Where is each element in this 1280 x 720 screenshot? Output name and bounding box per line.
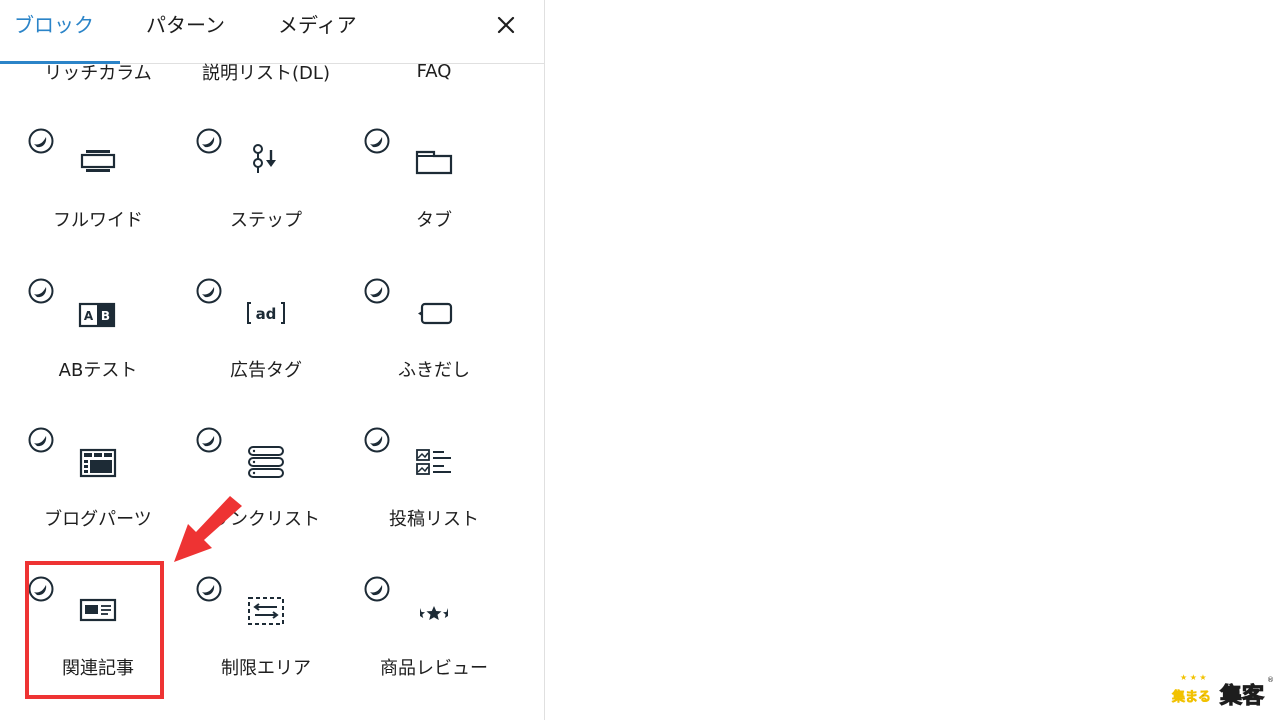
block-restricted-area[interactable]: 制限エリア: [182, 574, 350, 720]
block-inserter-panel: ブロック パターン メディア リッチカラム 説明リスト(DL) FAQ フルワイ…: [0, 0, 545, 720]
link-list-icon: [248, 446, 284, 478]
tab-blocks[interactable]: ブロック: [14, 12, 94, 38]
block-label: 広告タグ: [230, 360, 302, 381]
tab-patterns[interactable]: パターン: [146, 12, 225, 38]
block-label: ABテスト: [58, 360, 138, 381]
restricted-area-icon: [248, 597, 284, 625]
red-arrow-icon: [174, 496, 242, 562]
block-fullwide[interactable]: フルワイド: [14, 126, 182, 276]
close-icon: [497, 16, 515, 34]
block-label: 投稿リスト: [389, 509, 479, 530]
block-balloon[interactable]: ふきだし: [350, 276, 518, 426]
block-label: 制限エリア: [221, 658, 311, 679]
svg-text:集まる: 集まる: [1171, 689, 1211, 705]
block-ab-test[interactable]: AB ABテスト: [14, 276, 182, 426]
swell-badge-icon: [196, 576, 222, 602]
svg-text:®: ®: [1267, 676, 1274, 684]
swell-badge-icon: [364, 427, 390, 453]
ad-tag-icon: ad: [247, 302, 285, 324]
block-post-list[interactable]: 投稿リスト: [350, 425, 518, 575]
inserter-tabs: ブロック パターン メディア: [0, 0, 544, 64]
product-review-icon: [420, 606, 448, 620]
highlight-box: [25, 561, 164, 699]
block-label: 商品レビュー: [380, 658, 488, 679]
block-tab[interactable]: タブ: [350, 126, 518, 276]
block-step[interactable]: ステップ: [182, 126, 350, 276]
svg-text:A: A: [84, 309, 94, 323]
balloon-icon: [418, 302, 453, 325]
step-icon: [253, 144, 276, 173]
close-button[interactable]: [492, 10, 520, 40]
block-label: ステップ: [230, 210, 302, 231]
blog-parts-icon: [79, 448, 117, 478]
block-label-description-list[interactable]: 説明リスト(DL): [182, 62, 350, 86]
tab-media[interactable]: メディア: [278, 12, 357, 38]
swell-badge-icon: [196, 427, 222, 453]
swell-badge-icon: [28, 427, 54, 453]
block-product-review[interactable]: 商品レビュー: [350, 574, 518, 720]
swell-badge-icon: [28, 128, 54, 154]
block-ad-tag[interactable]: ad 広告タグ: [182, 276, 350, 426]
post-list-icon: [416, 449, 451, 475]
ab-test-icon: AB: [78, 302, 116, 328]
block-label: タブ: [416, 210, 452, 231]
block-label-faq[interactable]: FAQ: [350, 60, 518, 84]
block-label: フルワイド: [53, 210, 143, 231]
svg-text:ad: ad: [256, 305, 277, 323]
swell-badge-icon: [196, 278, 222, 304]
swell-badge-icon: [28, 278, 54, 304]
swell-badge-icon: [364, 278, 390, 304]
fullwide-icon: [80, 150, 116, 172]
svg-text:★ ★ ★: ★ ★ ★: [1180, 673, 1207, 682]
block-label: ブログパーツ: [44, 509, 152, 530]
svg-text:集客: 集客: [1219, 683, 1265, 709]
block-blog-parts[interactable]: ブログパーツ: [14, 425, 182, 575]
tab-icon: [415, 150, 453, 175]
block-label-rich-column[interactable]: リッチカラム: [14, 62, 182, 86]
swell-badge-icon: [364, 128, 390, 154]
swell-badge-icon: [196, 128, 222, 154]
watermark-logo: ★ ★ ★ 集まる 集客 ®: [1170, 670, 1276, 710]
block-label: ふきだし: [398, 360, 470, 381]
swell-badge-icon: [364, 576, 390, 602]
svg-text:B: B: [101, 309, 110, 323]
